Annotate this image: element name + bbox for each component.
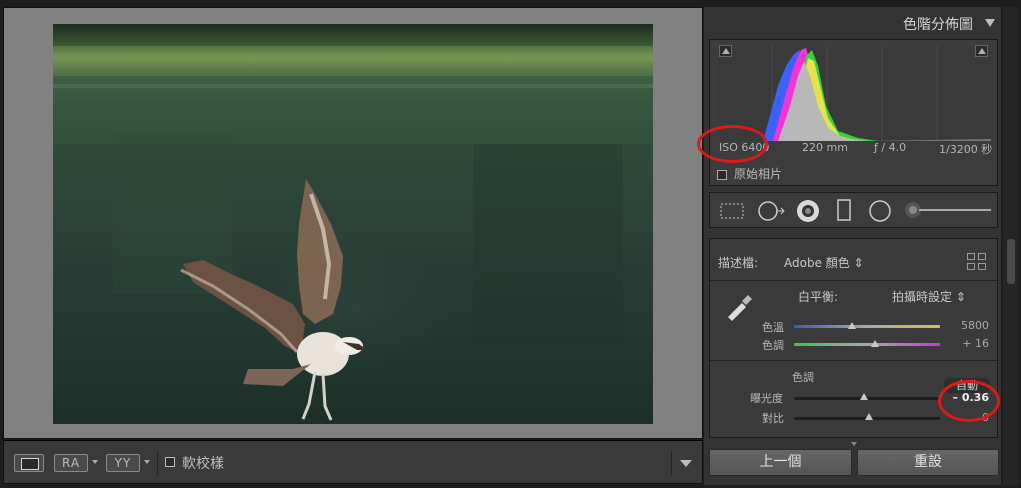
tint-slider[interactable] bbox=[794, 343, 940, 346]
temp-slider-thumb[interactable] bbox=[848, 322, 856, 329]
osprey-photo[interactable] bbox=[53, 24, 653, 424]
red-eye-icon[interactable] bbox=[795, 198, 821, 224]
temp-label: 色溫 bbox=[762, 321, 784, 334]
spot-removal-icon[interactable] bbox=[756, 199, 786, 223]
chevron-down-icon[interactable] bbox=[144, 460, 150, 464]
temp-slider[interactable] bbox=[794, 325, 940, 328]
tint-slider-thumb[interactable] bbox=[871, 340, 879, 347]
softproof-label: 軟校樣 bbox=[182, 456, 224, 472]
toolbar-divider bbox=[157, 451, 158, 475]
exif-aperture: ƒ / 4.0 bbox=[874, 141, 907, 154]
temp-value[interactable]: 5800 bbox=[961, 319, 989, 332]
histogram-graph bbox=[718, 46, 991, 141]
panel-expand-icon[interactable] bbox=[851, 442, 857, 446]
radial-filter-icon[interactable] bbox=[867, 198, 893, 224]
exposure-annotation-circle bbox=[938, 380, 1000, 422]
compare-view-button[interactable]: RA bbox=[54, 454, 88, 472]
original-photo-checkbox[interactable] bbox=[717, 170, 727, 180]
crop-overlay-icon[interactable] bbox=[718, 201, 746, 221]
adjustment-brush-slider[interactable] bbox=[904, 200, 994, 220]
loupe-toolbar: RA YY 軟校樣 bbox=[3, 440, 703, 484]
panel-footer: 上一個 重設 bbox=[704, 449, 1001, 485]
tool-strip bbox=[709, 192, 998, 228]
histogram-panel: ISO 6400 220 mm ƒ / 4.0 1/3200 秒 原始相片 bbox=[709, 39, 998, 186]
loupe-view-button[interactable] bbox=[14, 454, 44, 472]
loupe-view bbox=[3, 7, 703, 439]
exif-shutter: 1/3200 秒 bbox=[939, 143, 993, 156]
collapse-triangle-icon[interactable] bbox=[985, 19, 995, 27]
softproof-checkbox[interactable] bbox=[165, 457, 175, 467]
exposure-label: 曝光度 bbox=[750, 392, 783, 405]
contrast-label: 對比 bbox=[762, 412, 784, 425]
exif-focal-length: 220 mm bbox=[802, 141, 848, 154]
shadow-clipping-toggle[interactable] bbox=[719, 45, 732, 57]
profile-browser-icon[interactable] bbox=[967, 253, 987, 271]
section-divider bbox=[710, 280, 997, 281]
histogram-header[interactable]: 色階分佈圖 bbox=[704, 7, 1001, 39]
highlight-clipping-toggle[interactable] bbox=[975, 45, 988, 57]
reset-button[interactable]: 重設 bbox=[857, 449, 999, 476]
tint-label: 色調 bbox=[762, 339, 784, 352]
panel-title: 色階分佈圖 bbox=[903, 17, 973, 33]
before-after-button[interactable]: YY bbox=[106, 454, 140, 472]
osprey-illustration bbox=[53, 84, 653, 421]
scrollbar-thumb[interactable] bbox=[1007, 239, 1015, 284]
profile-label: 描述檔: bbox=[718, 256, 759, 270]
exposure-slider-thumb[interactable] bbox=[860, 393, 868, 400]
toolbar-divider bbox=[671, 451, 672, 475]
white-balance-select[interactable]: 拍攝時設定 ⇕ bbox=[892, 288, 966, 305]
graduated-filter-icon[interactable] bbox=[836, 198, 852, 222]
contrast-slider-thumb[interactable] bbox=[865, 413, 873, 420]
white-balance-label: 白平衡: bbox=[798, 290, 839, 304]
profile-select[interactable]: Adobe 顏色 ⇕ bbox=[784, 254, 864, 271]
original-photo-label: 原始相片 bbox=[734, 167, 783, 181]
toolbar-menu-icon[interactable] bbox=[680, 460, 692, 467]
previous-button[interactable]: 上一個 bbox=[709, 449, 852, 476]
tint-value[interactable]: + 16 bbox=[962, 337, 989, 350]
white-balance-eyedropper-icon[interactable] bbox=[722, 289, 756, 323]
panel-scrollbar[interactable] bbox=[1003, 7, 1019, 485]
iso-annotation-circle bbox=[697, 125, 768, 163]
chevron-down-icon[interactable] bbox=[92, 460, 98, 464]
section-divider bbox=[710, 360, 997, 361]
tone-label: 色調 bbox=[792, 371, 814, 384]
